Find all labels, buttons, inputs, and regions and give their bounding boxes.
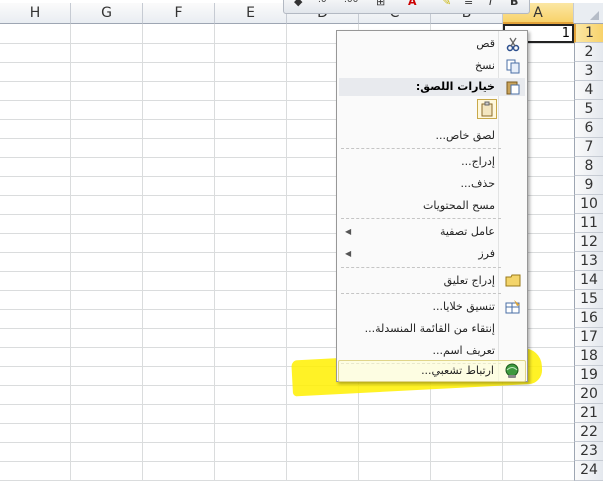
hyperlink-globe-icon	[505, 363, 519, 378]
paste-options-header: خيارات اللصق:	[339, 78, 525, 96]
context-menu: قص نسخ خيارات اللصق: لصق خاص... إدراج...	[336, 30, 528, 382]
row-header-18[interactable]: 18	[574, 347, 603, 366]
menu-item-label: قص	[476, 37, 495, 50]
row-header-15[interactable]: 15	[574, 290, 603, 309]
row-header-16[interactable]: 16	[574, 309, 603, 328]
increase-decimal-icon[interactable]: .0	[318, 0, 327, 5]
align-center-icon[interactable]: ≡	[464, 0, 473, 8]
menu-item-label: مسح المحتويات	[423, 199, 495, 212]
menu-item-sort[interactable]: فرز ◀	[339, 243, 525, 265]
format-cells-icon	[505, 300, 520, 314]
row-header-5[interactable]: 5	[574, 100, 603, 119]
menu-item-clear-contents[interactable]: مسح المحتويات	[339, 195, 525, 217]
paste-icon	[506, 81, 520, 95]
row-header-9[interactable]: 9	[574, 176, 603, 195]
select-all-corner[interactable]	[574, 3, 603, 24]
fill-color-icon[interactable]: ◆	[294, 0, 302, 8]
menu-item-cut[interactable]: قص	[339, 33, 525, 55]
row-header-24[interactable]: 24	[574, 461, 603, 481]
scissors-icon	[506, 37, 520, 52]
menu-item-label: فرز	[478, 247, 495, 260]
row-header-1[interactable]: 1	[574, 24, 603, 43]
paste-options-label: خيارات اللصق:	[415, 80, 495, 93]
menu-item-copy[interactable]: نسخ	[339, 55, 525, 77]
menu-item-pick-from-list[interactable]: إنتقاء من القائمة المنسدلة...	[339, 318, 525, 340]
menu-item-label: نسخ	[475, 59, 495, 72]
row-header-7[interactable]: 7	[574, 138, 603, 157]
row-header-4[interactable]: 4	[574, 81, 603, 100]
bold-button[interactable]: B	[510, 0, 518, 8]
row-header-13[interactable]: 13	[574, 252, 603, 271]
column-header-h[interactable]: H	[0, 3, 71, 24]
row-header-3[interactable]: 3	[574, 62, 603, 81]
row-header-14[interactable]: 14	[574, 271, 603, 290]
menu-item-label: عامل تصفية	[439, 225, 495, 238]
font-color-button[interactable]: A	[408, 0, 417, 8]
highlight-icon[interactable]: ✎	[442, 0, 451, 8]
column-header-g[interactable]: G	[71, 3, 143, 24]
submenu-arrow-icon: ◀	[345, 227, 352, 236]
menu-item-label: حذف...	[460, 177, 495, 190]
menu-item-label: تنسيق خلايا...	[432, 300, 495, 313]
menu-item-format-cells[interactable]: تنسيق خلايا...	[339, 296, 525, 318]
menu-item-label: إدراج...	[461, 155, 495, 168]
row-header-20[interactable]: 20	[574, 385, 603, 404]
row-header-21[interactable]: 21	[574, 404, 603, 423]
menu-item-insert[interactable]: إدراج...	[339, 151, 525, 173]
menu-item-filter[interactable]: عامل تصفية ◀	[339, 221, 525, 243]
row-header-2[interactable]: 2	[574, 43, 603, 62]
row-header-19[interactable]: 19	[574, 366, 603, 385]
paste-option-button[interactable]	[477, 99, 497, 119]
row-header-8[interactable]: 8	[574, 157, 603, 176]
mini-toolbar: ◆ .0 .00 ⊞ A ✎ ≡ I B	[283, 0, 530, 14]
row-header-6[interactable]: 6	[574, 119, 603, 138]
row-header-11[interactable]: 11	[574, 214, 603, 233]
menu-item-paste-special[interactable]: لصق خاص...	[339, 125, 525, 147]
menu-item-label: إدراج تعليق	[443, 274, 495, 287]
submenu-arrow-icon: ◀	[345, 249, 352, 258]
menu-item-label: لصق خاص...	[435, 129, 495, 142]
column-header-f[interactable]: F	[143, 3, 215, 24]
row-header-12[interactable]: 12	[574, 233, 603, 252]
clipboard-icon	[481, 101, 493, 117]
row-header-23[interactable]: 23	[574, 442, 603, 461]
comment-icon	[505, 274, 521, 287]
menu-item-label: إنتقاء من القائمة المنسدلة...	[364, 322, 495, 335]
menu-item-delete[interactable]: حذف...	[339, 173, 525, 195]
menu-item-insert-comment[interactable]: إدراج تعليق	[339, 270, 525, 292]
borders-icon[interactable]: ⊞	[376, 0, 385, 8]
row-header-17[interactable]: 17	[574, 328, 603, 347]
row-header-10[interactable]: 10	[574, 195, 603, 214]
decrease-decimal-icon[interactable]: .00	[344, 0, 358, 5]
menu-item-define-name[interactable]: تعريف اسم...	[339, 340, 525, 362]
copy-icon	[506, 59, 520, 74]
menu-item-label: ارتباط تشعبي...	[421, 364, 494, 377]
italic-button[interactable]: I	[489, 0, 492, 8]
menu-item-hyperlink[interactable]: ارتباط تشعبي...	[338, 360, 524, 382]
row-header-22[interactable]: 22	[574, 423, 603, 442]
column-header-e[interactable]: E	[215, 3, 287, 24]
menu-item-label: تعريف اسم...	[432, 344, 495, 357]
